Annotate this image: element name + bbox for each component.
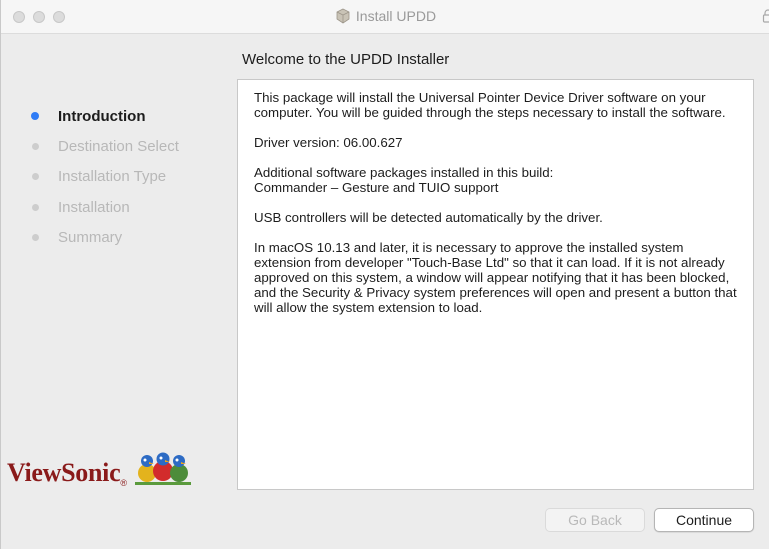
step-destination-select: Destination Select: [31, 134, 179, 158]
step-bullet-icon: [32, 233, 39, 241]
step-installation: Installation: [31, 195, 130, 219]
driver-version-text: Driver version: 06.00.627: [254, 135, 403, 150]
installer-window: Install UPDD Introduction Destination Se…: [0, 0, 769, 549]
step-bullet-icon: [32, 142, 39, 150]
step-summary: Summary: [31, 225, 122, 249]
intro-paragraph: This package will install the Universal …: [254, 90, 726, 120]
go-back-button[interactable]: Go Back: [545, 508, 645, 532]
birds-logo-icon: [134, 452, 191, 485]
step-bullet-icon: [32, 203, 39, 211]
step-bullet-icon: [32, 172, 39, 180]
packages-item-text: Commander – Gesture and TUIO support: [254, 180, 499, 195]
step-label: Installation: [58, 198, 130, 216]
step-label: Installation Type: [58, 167, 167, 185]
packages-heading-text: Additional software packages installed i…: [254, 165, 554, 180]
usb-paragraph: USB controllers will be detected automat…: [254, 210, 603, 225]
page-title: Welcome to the UPDD Installer: [242, 51, 450, 68]
window-title-group: Install UPDD: [1, 8, 769, 24]
steps-sidebar: Introduction Destination Select Installa…: [1, 34, 237, 490]
viewsonic-logo: ViewSonic ®: [7, 438, 193, 488]
step-label: Destination Select: [58, 137, 179, 155]
window-title: Install UPDD: [355, 8, 437, 24]
active-step-bullet-icon: [31, 112, 39, 120]
logo-text: ViewSonic: [7, 458, 121, 487]
macos-approval-paragraph: In macOS 10.13 and later, it is necessar…: [254, 240, 737, 315]
title-bar[interactable]: Install UPDD: [1, 0, 769, 34]
step-introduction: Introduction: [31, 104, 145, 128]
continue-button[interactable]: Continue: [654, 508, 754, 532]
logo-trademark: ®: [120, 478, 127, 488]
step-label: Introduction: [58, 107, 146, 125]
step-installation-type: Installation Type: [31, 164, 166, 188]
package-icon: [336, 8, 350, 24]
welcome-text-panel[interactable]: This package will install the Universal …: [237, 79, 754, 490]
step-label: Summary: [58, 228, 123, 246]
lock-icon[interactable]: [762, 9, 769, 23]
